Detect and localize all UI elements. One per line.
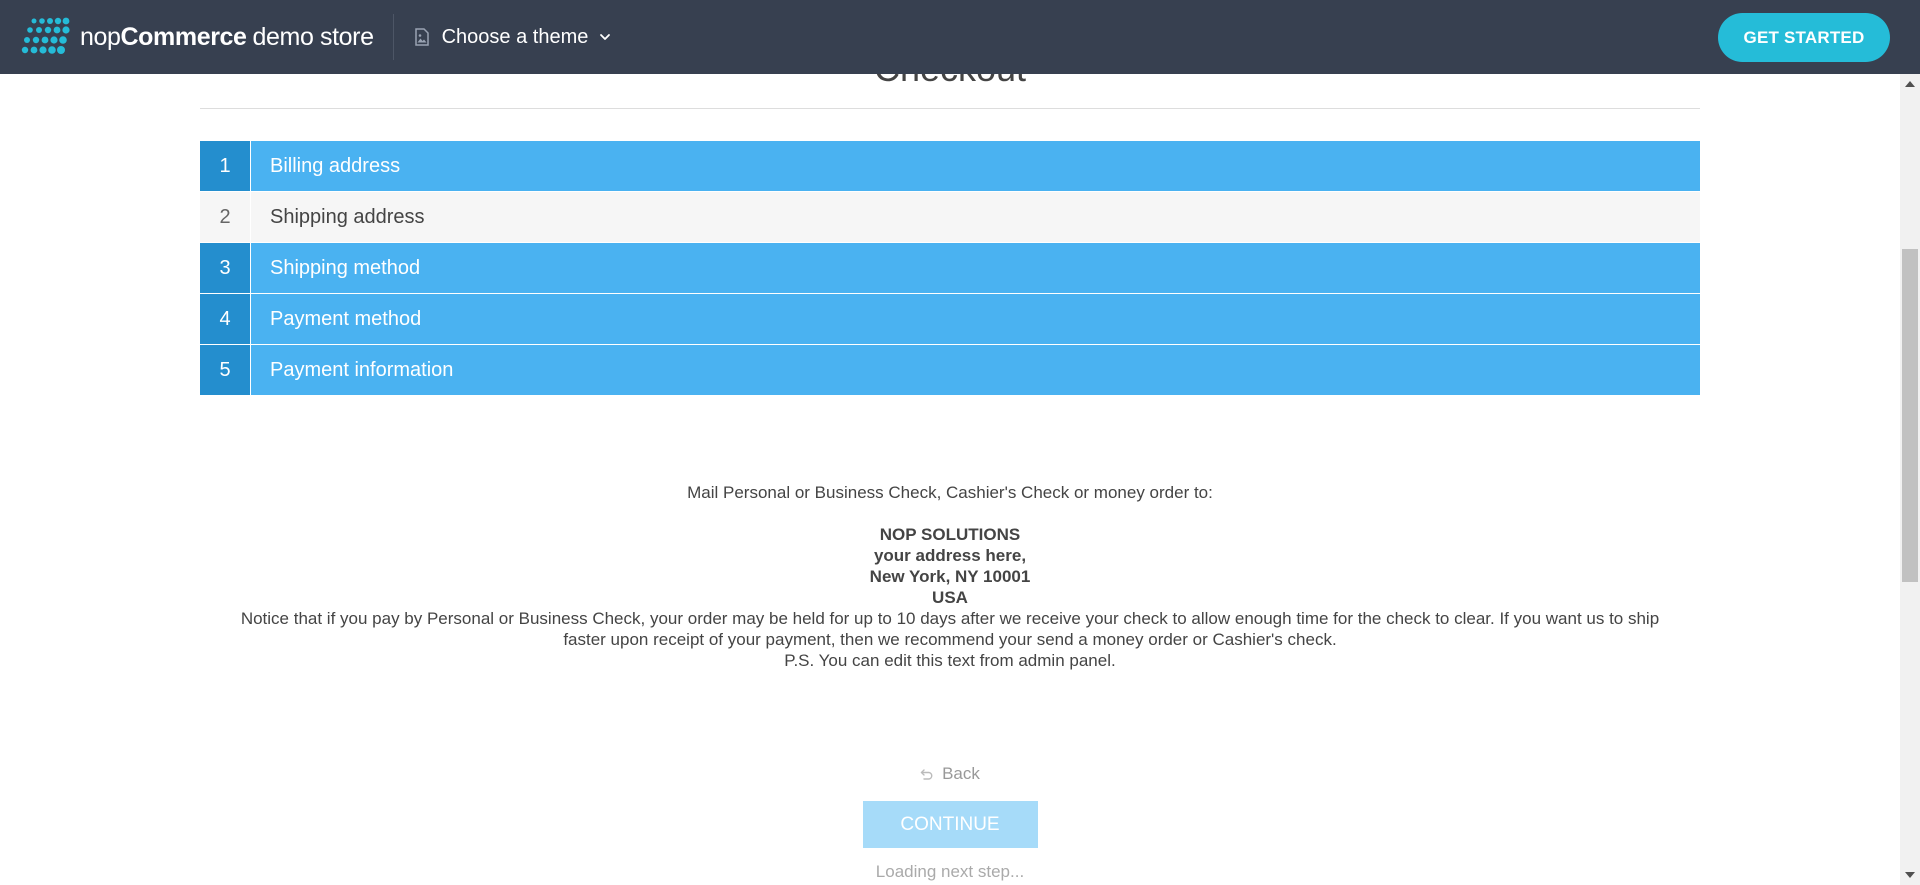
step-billing-address[interactable]: 1 Billing address [200,141,1700,191]
address-line-street: your address here, [873,546,1027,565]
step-label: Payment information [251,345,1700,395]
scroll-up-arrow-icon[interactable] [1905,81,1915,87]
step-number: 3 [200,243,250,293]
back-label: Back [942,764,980,783]
title-divider [200,108,1700,109]
page-scrollbar[interactable] [1900,74,1920,885]
step-payment-information[interactable]: 5 Payment information [200,345,1700,395]
scrollbar-thumb[interactable] [1902,249,1918,582]
scroll-down-arrow-icon[interactable] [1905,872,1915,878]
address-line-city: New York, NY 10001 [869,567,1031,586]
demo-top-bar: nopCommerce demo store Choose a theme GET… [0,0,1920,74]
image-icon [414,28,429,46]
choose-theme-label: Choose a theme [441,25,589,48]
brand-logo-link[interactable]: nopCommerce demo store [20,0,374,74]
step-number: 5 [200,345,250,395]
topbar-divider [392,14,394,60]
step-label: Billing address [251,141,1700,191]
payment-notice: Notice that if you pay by Personal or Bu… [240,609,1660,649]
chevron-down-icon [600,34,611,40]
payment-information-panel: Mail Personal or Business Check, Cashier… [200,482,1700,671]
undo-arrow-icon [920,769,933,780]
checkout-steps: 1 Billing address 2 Shipping address 3 S… [200,141,1700,396]
back-link[interactable]: Back [920,764,980,784]
get-started-button[interactable]: GET STARTED [1718,13,1890,62]
step-payment-method[interactable]: 4 Payment method [200,294,1700,344]
brand-commerce: Commerce [120,22,247,51]
step-number: 1 [200,141,250,191]
step-label: Shipping method [251,243,1700,293]
payment-instructions: Mail Personal or Business Check, Cashier… [687,483,1213,502]
brand-demo-store: demo store [252,22,374,51]
continue-button[interactable]: CONTINUE [862,801,1038,848]
brand-text: nopCommerce demo store [80,23,374,52]
address-line-country: USA [932,588,968,607]
loading-next-step-text: Loading next step... [875,862,1025,881]
step-number: 4 [200,294,250,344]
step-shipping-method[interactable]: 3 Shipping method [200,243,1700,293]
step-shipping-address: 2 Shipping address [200,192,1700,242]
step-label: Shipping address [251,192,1700,242]
choose-theme-dropdown[interactable]: Choose a theme [412,0,613,74]
checkout-buttons: Back CONTINUE Loading next step... [200,764,1700,882]
address-line-company: NOP SOLUTIONS [879,525,1021,544]
step-number: 2 [200,192,250,242]
nopcommerce-logo-icon [21,17,70,54]
step-label: Payment method [251,294,1700,344]
payment-ps-note: P.S. You can edit this text from admin p… [784,651,1116,670]
brand-nop: nop [80,22,121,51]
